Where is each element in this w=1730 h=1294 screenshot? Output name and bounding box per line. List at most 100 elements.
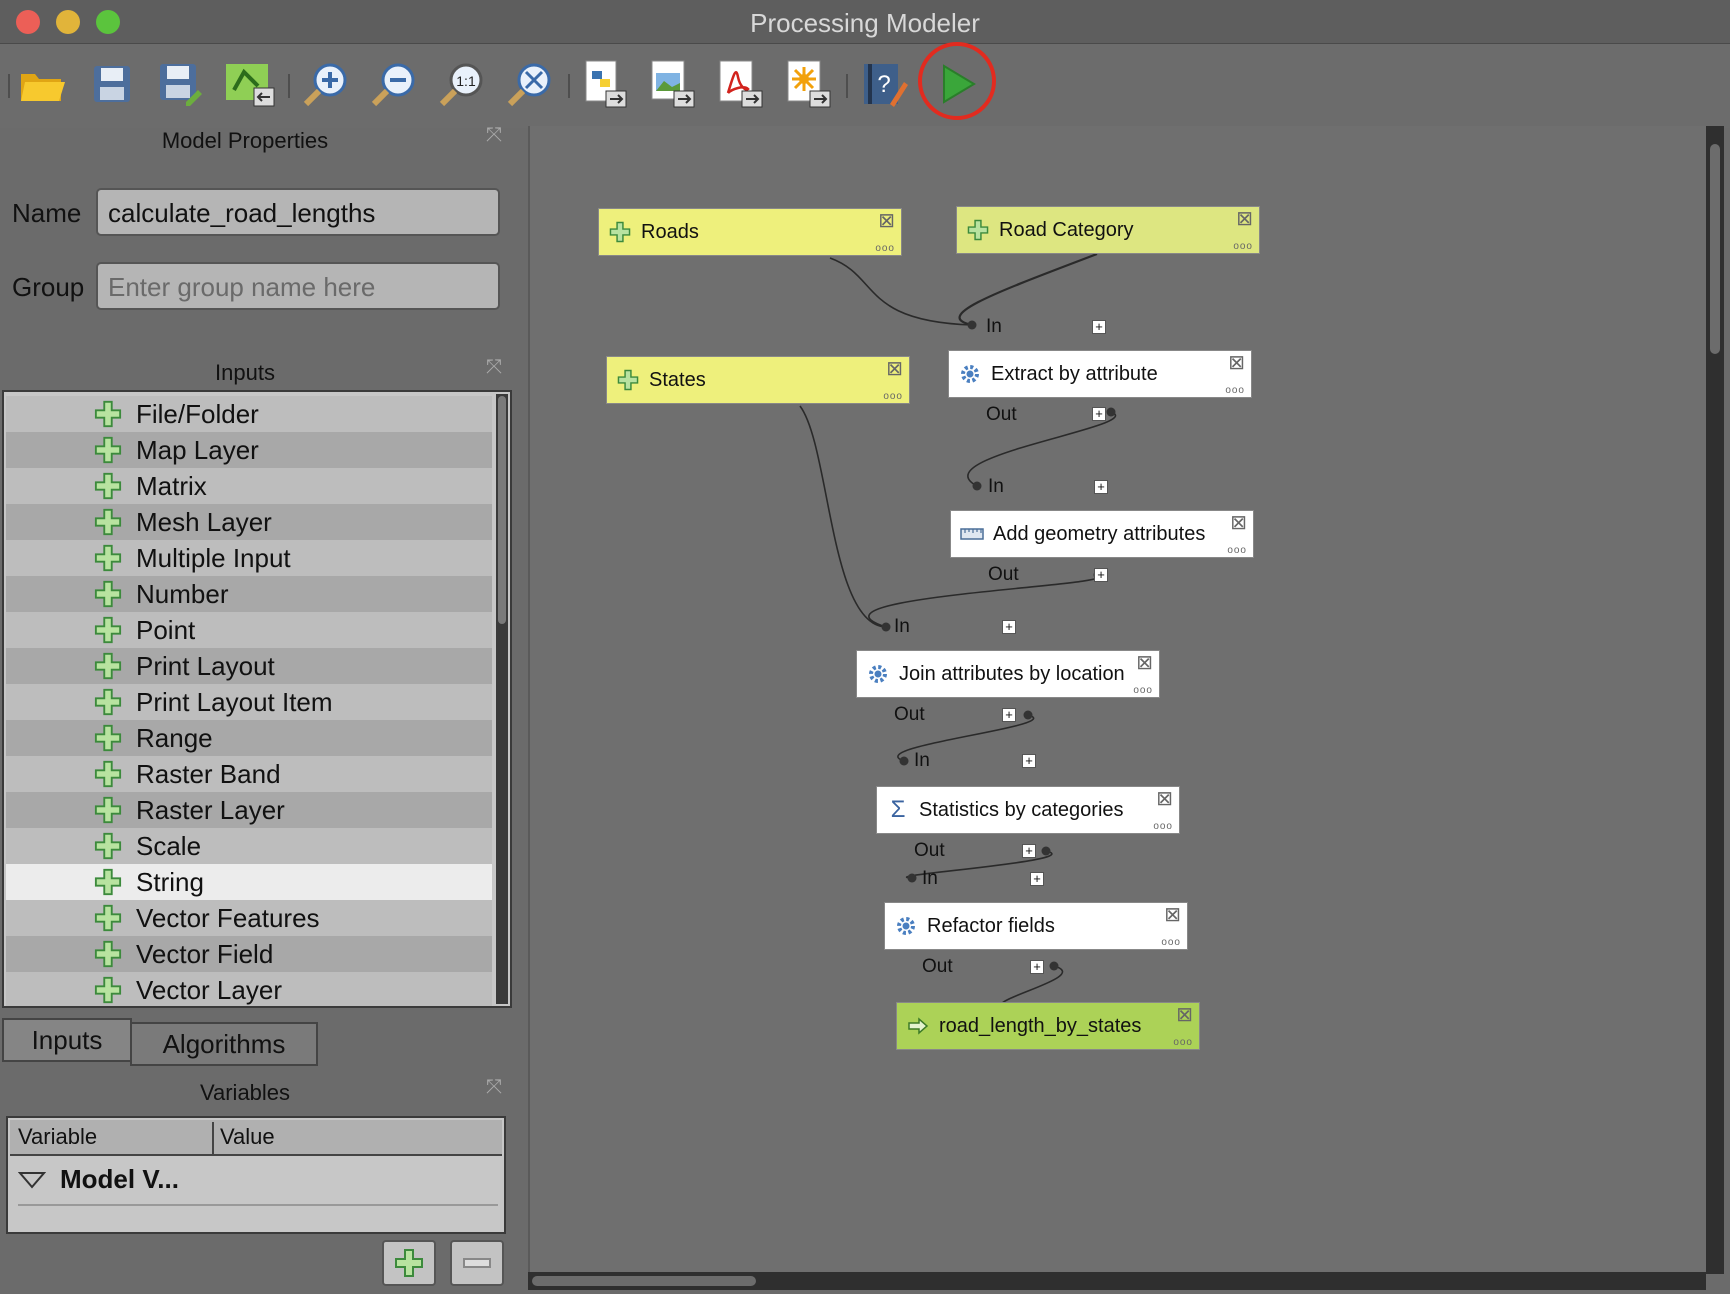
inputs-scrollbar[interactable]: [496, 394, 508, 1004]
remove-node-icon[interactable]: ⊠: [886, 359, 903, 379]
inputs-panel-title: Inputs: [215, 360, 275, 385]
edit-help-button[interactable]: ?: [856, 56, 912, 112]
more-options-icon[interactable]: ooo: [1233, 241, 1253, 252]
expand-outputs-button[interactable]: +: [1030, 960, 1044, 974]
more-options-icon[interactable]: ooo: [1153, 821, 1173, 832]
plus-icon: [94, 508, 128, 536]
export-image-button[interactable]: [644, 56, 700, 112]
export-python-button[interactable]: [576, 56, 632, 112]
remove-node-icon[interactable]: ⊠: [1228, 353, 1245, 373]
remove-node-icon[interactable]: ⊠: [1236, 209, 1253, 229]
zoom-in-button[interactable]: [298, 56, 354, 112]
remove-node-icon[interactable]: ⊠: [1176, 1005, 1193, 1025]
export-pdf-button[interactable]: [712, 56, 768, 112]
expand-outputs-button[interactable]: +: [1002, 708, 1016, 722]
input-type-item[interactable]: Matrix: [6, 468, 492, 504]
variables-title: Variables: [199, 1080, 291, 1105]
remove-node-icon[interactable]: ⊠: [878, 211, 895, 231]
value-column-header[interactable]: Value: [220, 1124, 275, 1150]
dock-float-icon[interactable]: ⤧: [486, 356, 502, 379]
remove-node-icon[interactable]: ⊠: [1230, 513, 1247, 533]
node-output-road-length-by-states[interactable]: road_length_by_states ⊠ ooo: [896, 1002, 1200, 1050]
node-label: Statistics by categories: [919, 798, 1124, 821]
expand-inputs-button[interactable]: +: [1030, 872, 1044, 886]
tab-algorithms[interactable]: Algorithms: [130, 1022, 318, 1066]
expand-outputs-button[interactable]: +: [1092, 407, 1106, 421]
expand-inputs-button[interactable]: +: [1094, 480, 1108, 494]
plus-icon: [965, 219, 991, 241]
input-type-item[interactable]: Point: [6, 612, 492, 648]
group-field[interactable]: Enter group name here: [96, 262, 500, 310]
dock-float-icon[interactable]: ⤧: [486, 1076, 502, 1099]
remove-node-icon[interactable]: ⊠: [1136, 653, 1153, 673]
remove-node-icon[interactable]: ⊠: [1156, 789, 1173, 809]
expand-inputs-button[interactable]: +: [1022, 754, 1036, 768]
input-type-item[interactable]: Mesh Layer: [6, 504, 492, 540]
more-options-icon[interactable]: ooo: [1133, 685, 1153, 696]
more-options-icon[interactable]: ooo: [883, 391, 903, 402]
input-type-label: Point: [136, 614, 196, 645]
expand-inputs-button[interactable]: +: [1092, 320, 1106, 334]
expand-outputs-button[interactable]: +: [1094, 568, 1108, 582]
input-type-item[interactable]: Vector Layer: [6, 972, 492, 1006]
model-properties-title: Model Properties: [161, 128, 329, 153]
input-type-item[interactable]: Raster Layer: [6, 792, 492, 828]
zoom-out-button[interactable]: [366, 56, 422, 112]
node-label: States: [649, 368, 706, 391]
input-type-item[interactable]: Map Layer: [6, 432, 492, 468]
save-in-project-button[interactable]: [222, 56, 278, 112]
arrow-right-icon: [905, 1017, 931, 1035]
expand-triangle-icon[interactable]: [18, 1170, 46, 1190]
model-canvas[interactable]: Roads ⊠ ooo Road Category ⊠ ooo States ⊠…: [528, 126, 1712, 1274]
remove-node-icon[interactable]: ⊠: [1164, 905, 1181, 925]
node-label: Add geometry attributes: [993, 522, 1206, 545]
plus-icon: [607, 221, 633, 243]
input-type-label: Number: [136, 578, 229, 609]
variable-column-header[interactable]: Variable: [18, 1124, 97, 1150]
more-options-icon[interactable]: ooo: [1161, 937, 1181, 948]
model-variables-row[interactable]: Model V...: [18, 1164, 179, 1195]
zoom-full-button[interactable]: [502, 56, 558, 112]
input-type-item[interactable]: Print Layout: [6, 648, 492, 684]
more-options-icon[interactable]: ooo: [875, 243, 895, 254]
input-type-item[interactable]: Scale: [6, 828, 492, 864]
node-statistics-by-categories[interactable]: Σ Statistics by categories ⊠ ooo: [876, 786, 1180, 834]
plus-icon: [94, 832, 128, 860]
plus-icon: [94, 760, 128, 788]
input-type-item[interactable]: Print Layout Item: [6, 684, 492, 720]
node-roads[interactable]: Roads ⊠ ooo: [598, 208, 902, 256]
input-type-item[interactable]: Multiple Input: [6, 540, 492, 576]
input-type-item[interactable]: Raster Band: [6, 756, 492, 792]
node-extract-by-attribute[interactable]: Extract by attribute ⊠ ooo: [948, 350, 1252, 398]
export-svg-button[interactable]: [780, 56, 836, 112]
canvas-horizontal-scrollbar[interactable]: [528, 1272, 1706, 1290]
zoom-actual-button[interactable]: 1:1: [434, 56, 490, 112]
more-options-icon[interactable]: ooo: [1227, 545, 1247, 556]
node-refactor-fields[interactable]: Refactor fields ⊠ ooo: [884, 902, 1188, 950]
plus-icon: [94, 616, 128, 644]
input-type-item[interactable]: Vector Field: [6, 936, 492, 972]
input-type-item[interactable]: Vector Features: [6, 900, 492, 936]
model-name-field[interactable]: calculate_road_lengths: [96, 188, 500, 236]
node-states[interactable]: States ⊠ ooo: [606, 356, 910, 404]
remove-variable-button[interactable]: [450, 1240, 504, 1286]
input-type-item[interactable]: Range: [6, 720, 492, 756]
expand-inputs-button[interactable]: +: [1002, 620, 1016, 634]
more-options-icon[interactable]: ooo: [1225, 385, 1245, 396]
save-as-button[interactable]: [152, 56, 208, 112]
expand-outputs-button[interactable]: +: [1022, 844, 1036, 858]
node-road-category[interactable]: Road Category ⊠ ooo: [956, 206, 1260, 254]
open-model-button[interactable]: [14, 56, 70, 112]
input-type-item[interactable]: File/Folder: [6, 396, 492, 432]
dock-float-icon[interactable]: ⤧: [486, 124, 502, 147]
canvas-vertical-scrollbar[interactable]: [1706, 126, 1724, 1274]
plus-icon: [94, 796, 128, 824]
node-join-attributes-by-location[interactable]: Join attributes by location ⊠ ooo: [856, 650, 1160, 698]
input-type-item[interactable]: String: [6, 864, 492, 900]
save-model-button[interactable]: [84, 56, 140, 112]
add-variable-button[interactable]: [382, 1240, 436, 1286]
input-type-item[interactable]: Number: [6, 576, 492, 612]
node-add-geometry-attributes[interactable]: Add geometry attributes ⊠ ooo: [950, 510, 1254, 558]
tab-inputs[interactable]: Inputs: [2, 1018, 132, 1062]
more-options-icon[interactable]: ooo: [1173, 1037, 1193, 1048]
